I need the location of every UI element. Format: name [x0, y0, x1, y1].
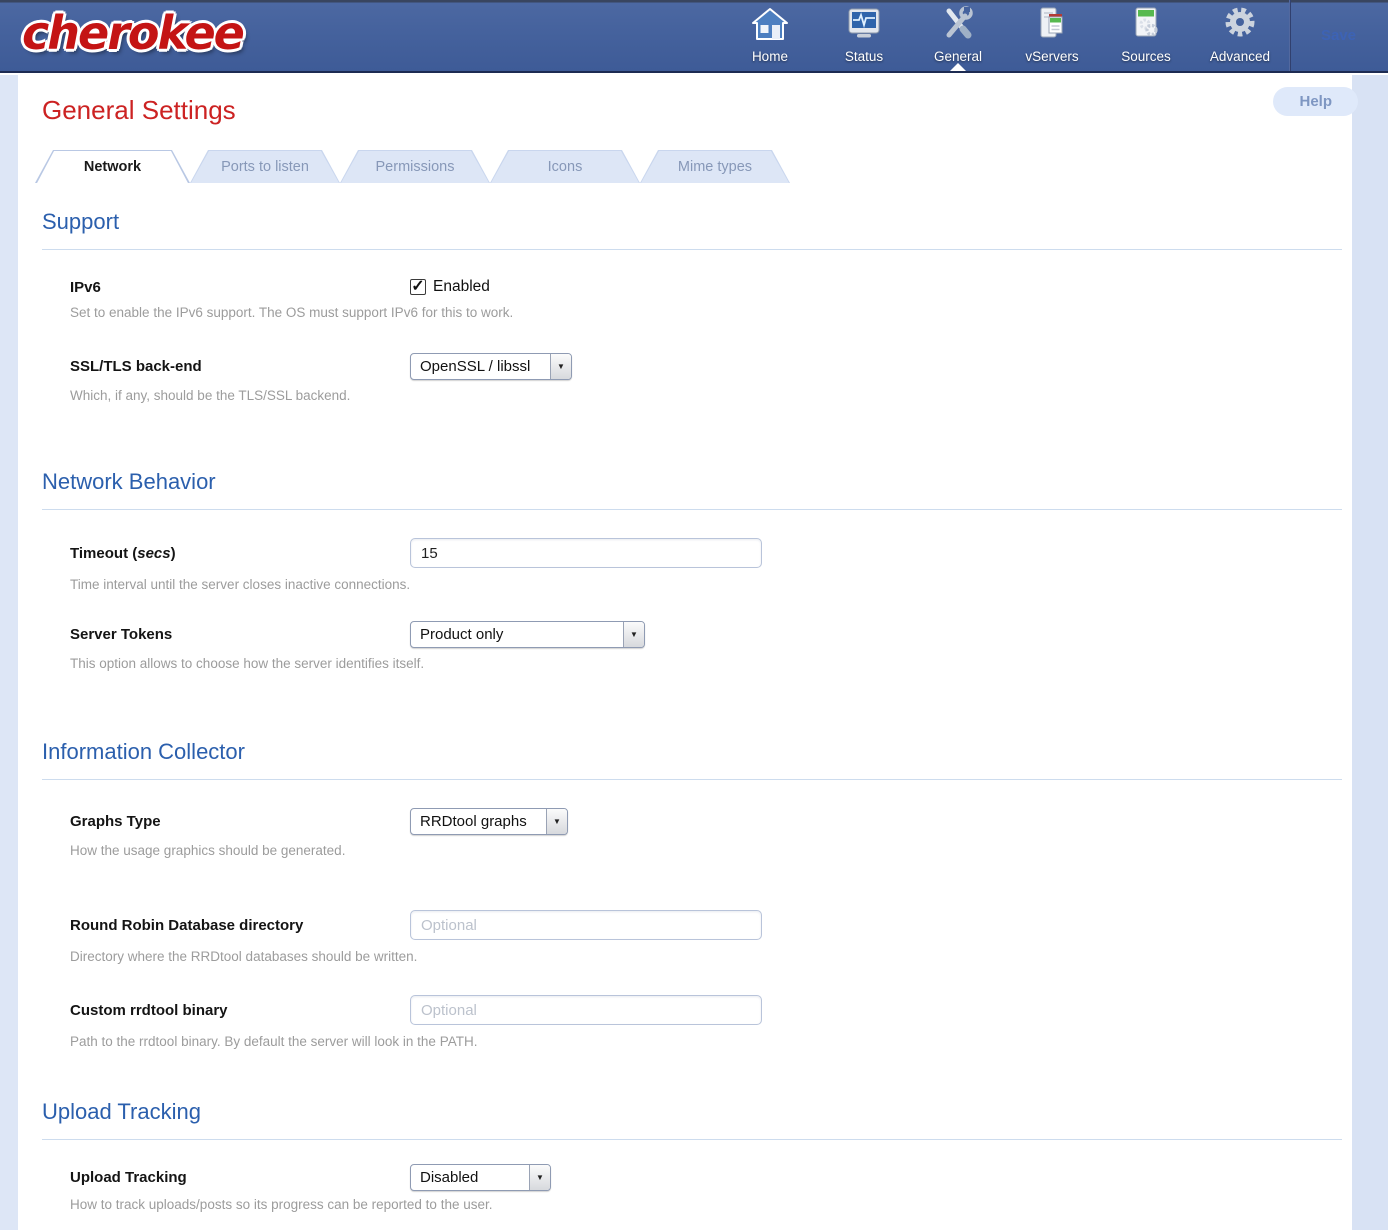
dropdown-arrow-icon: ▼: [529, 1165, 550, 1190]
field-row-server-tokens: Server Tokens Product only ▼: [70, 621, 1352, 648]
nav-label: Sources: [1121, 49, 1171, 64]
settings-tabs: Network Ports to listen Permissions Icon…: [35, 150, 1352, 183]
nav-label: vServers: [1025, 49, 1078, 64]
nav-label: General: [934, 49, 982, 64]
nav-item-home[interactable]: Home: [736, 0, 804, 71]
help-button[interactable]: Help: [1273, 87, 1358, 116]
left-gutter: [0, 75, 18, 1230]
tab-permissions[interactable]: Permissions: [340, 150, 490, 183]
field-description: How to track uploads/posts so its progre…: [70, 1197, 1342, 1212]
status-icon: [844, 6, 884, 47]
timeout-input[interactable]: [410, 538, 762, 568]
save-button[interactable]: Save: [1321, 27, 1356, 44]
section-title-information-collector: Information Collector: [42, 739, 1352, 765]
page-title: General Settings: [42, 95, 1352, 126]
field-label: Round Robin Database directory: [70, 917, 410, 934]
dropdown-arrow-icon: ▼: [546, 809, 567, 834]
cherokee-admin-page: cherokee Home: [0, 0, 1388, 1230]
field-label: Server Tokens: [70, 626, 410, 643]
rrd-directory-input[interactable]: [410, 910, 762, 940]
rrdtool-binary-input[interactable]: [410, 995, 762, 1025]
field-label: Timeout (secs): [70, 545, 410, 562]
field-row-rrdtool-binary: Custom rrdtool binary: [70, 995, 1352, 1025]
nav-item-general[interactable]: General: [924, 0, 992, 71]
server-tokens-select[interactable]: Product only ▼: [410, 621, 645, 648]
section-divider: [42, 1139, 1342, 1140]
graphs-type-select[interactable]: RRDtool graphs ▼: [410, 808, 568, 835]
field-row-upload-tracking: Upload Tracking Disabled ▼: [70, 1164, 1352, 1191]
dropdown-arrow-icon: ▼: [623, 622, 644, 647]
field-row-rrd-directory: Round Robin Database directory: [70, 910, 1352, 940]
field-description: Time interval until the server closes in…: [70, 577, 1342, 592]
field-description: Set to enable the IPv6 support. The OS m…: [70, 305, 1342, 320]
tab-icons[interactable]: Icons: [490, 150, 640, 183]
vservers-icon: [1032, 6, 1072, 47]
nav-item-status[interactable]: Status: [830, 0, 898, 71]
nav-item-advanced[interactable]: Advanced: [1206, 0, 1274, 71]
nav-item-vservers[interactable]: vServers: [1018, 0, 1086, 71]
main-nav: Home Status: [736, 0, 1274, 71]
nav-label: Advanced: [1210, 49, 1270, 64]
advanced-icon: [1220, 6, 1260, 47]
upload-tracking-select[interactable]: Disabled ▼: [410, 1164, 551, 1191]
save-area: Save: [1290, 0, 1380, 71]
active-section-caret-icon: [950, 63, 966, 71]
field-description: Which, if any, should be the TLS/SSL bac…: [70, 388, 1342, 403]
tab-ports-to-listen[interactable]: Ports to listen: [190, 150, 340, 183]
field-label: Graphs Type: [70, 813, 410, 830]
field-row-ssl-backend: SSL/TLS back-end OpenSSL / libssl ▼: [70, 353, 1352, 380]
dropdown-arrow-icon: ▼: [550, 354, 571, 379]
sources-icon: [1126, 6, 1166, 47]
nav-label: Status: [845, 49, 883, 64]
section-divider: [42, 779, 1342, 780]
field-description: Directory where the RRDtool databases sh…: [70, 949, 1342, 964]
field-row-ipv6: IPv6 ✓ Enabled: [70, 278, 1352, 296]
content-area: Help General Settings Network Ports to l…: [18, 75, 1352, 1230]
nav-item-sources[interactable]: Sources: [1112, 0, 1180, 71]
field-row-graphs-type: Graphs Type RRDtool graphs ▼: [70, 808, 1352, 835]
right-gutter: [1352, 75, 1388, 1230]
field-description: How the usage graphics should be generat…: [70, 843, 1342, 858]
home-icon: [750, 6, 790, 47]
field-description: Path to the rrdtool binary. By default t…: [70, 1034, 1342, 1049]
checkbox-label: Enabled: [433, 278, 490, 296]
section-divider: [42, 249, 1342, 250]
ipv6-checkbox[interactable]: ✓: [410, 279, 426, 295]
field-description: This option allows to choose how the ser…: [70, 656, 1342, 671]
field-label: Custom rrdtool binary: [70, 1002, 410, 1019]
ssl-backend-select[interactable]: OpenSSL / libssl ▼: [410, 353, 572, 380]
section-title-upload-tracking: Upload Tracking: [42, 1099, 1352, 1125]
tab-mime-types[interactable]: Mime types: [640, 150, 790, 183]
field-label: IPv6: [70, 279, 410, 296]
field-label: Upload Tracking: [70, 1169, 410, 1186]
top-navigation-bar: cherokee Home: [0, 0, 1388, 73]
field-row-timeout: Timeout (secs): [70, 538, 1352, 568]
cherokee-logo: cherokee: [22, 6, 243, 71]
general-icon: [938, 6, 978, 47]
tab-network[interactable]: Network: [35, 150, 190, 183]
section-title-network-behavior: Network Behavior: [42, 469, 1352, 495]
nav-label: Home: [752, 49, 788, 64]
section-title-support: Support: [42, 209, 1352, 235]
section-divider: [42, 509, 1342, 510]
field-label: SSL/TLS back-end: [70, 358, 410, 375]
